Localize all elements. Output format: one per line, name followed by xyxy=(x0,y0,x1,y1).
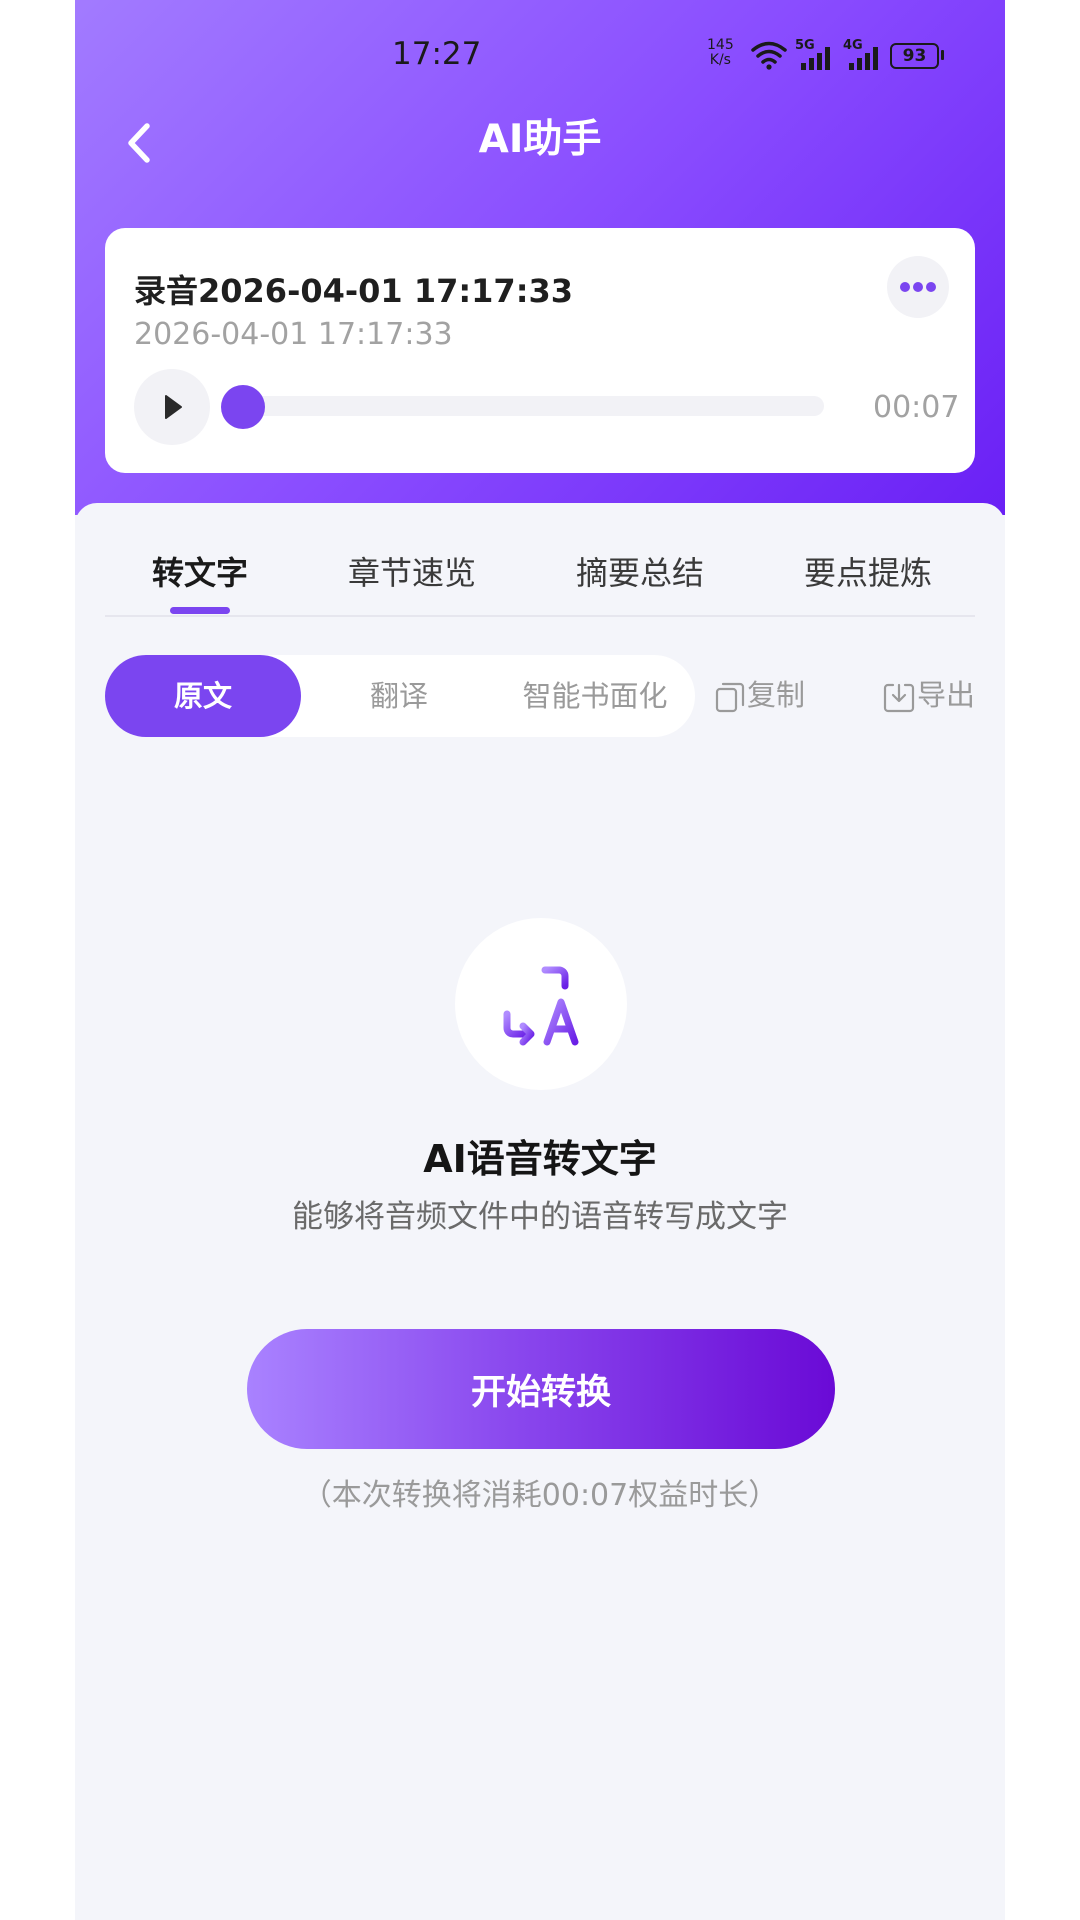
segment-formal-writing[interactable]: 智能书面化 xyxy=(497,655,693,737)
view-mode-segmented-control: 原文 翻译 智能书面化 xyxy=(105,655,695,737)
network-speed-value: 145 xyxy=(707,37,734,53)
tab-key-points[interactable]: 要点提炼 xyxy=(758,548,978,594)
tab-summary[interactable]: 摘要总结 xyxy=(530,548,750,594)
copy-icon xyxy=(715,682,745,713)
wifi-icon xyxy=(751,41,787,70)
tab-chapters[interactable]: 章节速览 xyxy=(302,548,522,594)
copy-button[interactable]: 复制 xyxy=(715,675,805,715)
signal-5g-icon: 5G xyxy=(795,38,835,70)
recording-card: 录音2026-04-01 17:17:33 2026-04-01 17:17:3… xyxy=(105,228,975,473)
network-speed: 145 K/s xyxy=(707,38,734,68)
play-button[interactable] xyxy=(134,369,210,445)
signal-4g-icon: 4G xyxy=(843,38,883,70)
segment-original[interactable]: 原文 xyxy=(105,655,301,737)
consumption-note: （本次转换将消耗00:07权益时长） xyxy=(301,1478,779,1513)
feature-icon-circle xyxy=(455,918,627,1090)
battery-tip xyxy=(941,50,944,60)
network-speed-unit: K/s xyxy=(709,52,731,68)
export-label: 导出 xyxy=(917,678,976,712)
play-icon xyxy=(165,395,182,419)
feature-description: 能够将音频文件中的语音转写成文字 xyxy=(292,1199,788,1235)
header: 17:27 145 K/s 5G 4G 93 AI助手 录音2026-04-01… xyxy=(75,0,1005,515)
app-screen: 17:27 145 K/s 5G 4G 93 AI助手 录音2026-04-01… xyxy=(75,0,1005,1920)
speech-to-text-icon xyxy=(499,964,579,1046)
tab-transcribe[interactable]: 转文字 xyxy=(90,548,310,594)
segment-translate[interactable]: 翻译 xyxy=(301,655,497,737)
copy-label: 复制 xyxy=(747,678,806,712)
start-conversion-button[interactable]: 开始转换 xyxy=(247,1329,835,1449)
playback-progress-track[interactable] xyxy=(222,396,824,416)
tab-divider xyxy=(105,615,975,617)
status-time: 17:27 xyxy=(392,36,482,72)
export-button[interactable]: 导出 xyxy=(883,675,975,715)
more-dots-icon xyxy=(900,282,936,292)
playback-progress-thumb[interactable] xyxy=(221,385,265,429)
battery-icon: 93 xyxy=(890,43,939,69)
page-title: AI助手 xyxy=(478,117,602,162)
recording-duration: 00:07 xyxy=(873,390,960,425)
content-panel: 转文字 章节速览 摘要总结 要点提炼 原文 翻译 智能书面化 复制 导出 AI语… xyxy=(75,503,1005,1920)
recording-date: 2026-04-01 17:17:33 xyxy=(134,317,453,352)
more-button[interactable] xyxy=(887,256,949,318)
feature-title: AI语音转文字 xyxy=(423,1137,657,1181)
tab-active-indicator xyxy=(170,607,230,614)
recording-title: 录音2026-04-01 17:17:33 xyxy=(134,272,574,310)
export-icon xyxy=(883,683,915,713)
